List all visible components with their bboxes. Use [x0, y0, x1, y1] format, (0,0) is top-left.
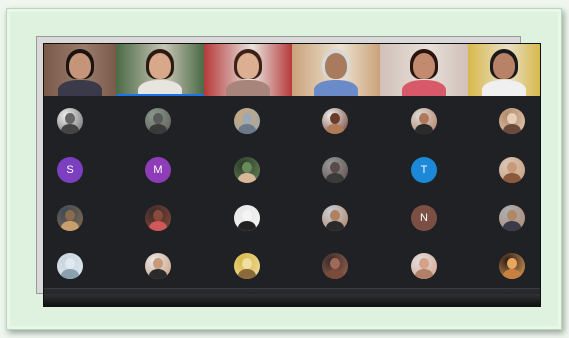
avatar-shoulders: [61, 269, 79, 279]
participant-face: [493, 53, 515, 79]
avatar-shoulders: [326, 269, 344, 279]
participant-avatar-photo[interactable]: [322, 108, 348, 134]
participant-avatar-initial[interactable]: S: [57, 157, 83, 183]
avatar-face: [153, 258, 163, 269]
avatar-face: [242, 162, 252, 173]
avatar-shoulders: [238, 221, 256, 231]
avatar-face: [65, 210, 75, 221]
avatar-initial-letter: N: [420, 212, 428, 224]
participant-face: [237, 53, 259, 79]
participant-face: [325, 53, 347, 79]
participant-body: [482, 80, 526, 96]
avatar-initial-letter: S: [66, 164, 74, 176]
avatar-shoulders: [326, 124, 344, 134]
avatar-shoulders: [149, 269, 167, 279]
participant-avatar-photo[interactable]: [234, 157, 260, 183]
avatar-face: [153, 113, 163, 124]
avatar-face: [242, 113, 252, 124]
participant-grid: S M T N: [44, 96, 540, 288]
participant-body: [402, 80, 446, 96]
participant-avatar-photo[interactable]: [322, 205, 348, 231]
participant-avatar-photo[interactable]: [234, 253, 260, 279]
video-tile-4[interactable]: [292, 44, 380, 96]
video-tile-6[interactable]: [468, 44, 540, 96]
avatar-initial-letter: M: [153, 164, 163, 176]
avatar-shoulders: [238, 124, 256, 134]
video-tile-strip: [44, 44, 540, 96]
avatar-shoulders: [326, 173, 344, 183]
participant-avatar-photo[interactable]: [499, 205, 525, 231]
participant-face: [149, 53, 171, 79]
avatar-shoulders: [415, 269, 433, 279]
avatar-face: [330, 162, 340, 173]
participant-avatar-initial[interactable]: N: [411, 205, 437, 231]
avatar-face: [419, 113, 429, 124]
participant-avatar-photo[interactable]: [499, 253, 525, 279]
avatar-face: [153, 210, 163, 221]
avatar-shoulders: [238, 173, 256, 183]
participant-avatar-photo[interactable]: [57, 205, 83, 231]
avatar-shoulders: [503, 173, 521, 183]
avatar-face: [330, 258, 340, 269]
video-tile-2[interactable]: [116, 44, 204, 96]
avatar-shoulders: [415, 124, 433, 134]
avatar-face: [419, 258, 429, 269]
participant-avatar-photo[interactable]: [411, 108, 437, 134]
participant-avatar-photo[interactable]: [411, 253, 437, 279]
avatar-shoulders: [61, 221, 79, 231]
avatar-shoulders: [503, 221, 521, 231]
avatar-face: [330, 210, 340, 221]
avatar-shoulders: [149, 221, 167, 231]
participant-body: [314, 80, 358, 96]
avatar-face: [242, 258, 252, 269]
participant-avatar-initial[interactable]: M: [145, 157, 171, 183]
avatar-shoulders: [149, 124, 167, 134]
avatar-face: [330, 113, 340, 124]
video-call-screen: S M T N: [44, 44, 540, 306]
screen-bottom-shade: [44, 294, 540, 306]
avatar-face: [507, 258, 517, 269]
participant-avatar-photo[interactable]: [234, 205, 260, 231]
avatar-shoulders: [238, 269, 256, 279]
participant-avatar-photo[interactable]: [499, 108, 525, 134]
participant-face: [413, 53, 435, 79]
video-tile-5[interactable]: [380, 44, 468, 96]
avatar-shoulders: [61, 124, 79, 134]
avatar-shoulders: [503, 124, 521, 134]
participant-avatar-photo[interactable]: [322, 157, 348, 183]
participant-avatar-photo[interactable]: [322, 253, 348, 279]
avatar-shoulders: [503, 269, 521, 279]
participant-avatar-photo[interactable]: [145, 108, 171, 134]
participant-face: [69, 53, 91, 79]
participant-body: [58, 80, 102, 96]
participant-avatar-photo[interactable]: [57, 253, 83, 279]
avatar-face: [507, 162, 517, 173]
participant-body: [226, 80, 270, 96]
avatar-shoulders: [326, 221, 344, 231]
participant-avatar-photo[interactable]: [145, 253, 171, 279]
participant-avatar-photo[interactable]: [499, 157, 525, 183]
participant-avatar-initial[interactable]: T: [411, 157, 437, 183]
video-tile-1[interactable]: [44, 44, 116, 96]
avatar-face: [507, 210, 517, 221]
avatar-initial-letter: T: [420, 164, 428, 176]
video-tile-3[interactable]: [204, 44, 292, 96]
participant-avatar-photo[interactable]: [234, 108, 260, 134]
participant-avatar-photo[interactable]: [57, 108, 83, 134]
avatar-face: [65, 113, 75, 124]
avatar-face: [242, 210, 252, 221]
participant-avatar-photo[interactable]: [145, 205, 171, 231]
avatar-face: [65, 258, 75, 269]
avatar-face: [507, 113, 517, 124]
